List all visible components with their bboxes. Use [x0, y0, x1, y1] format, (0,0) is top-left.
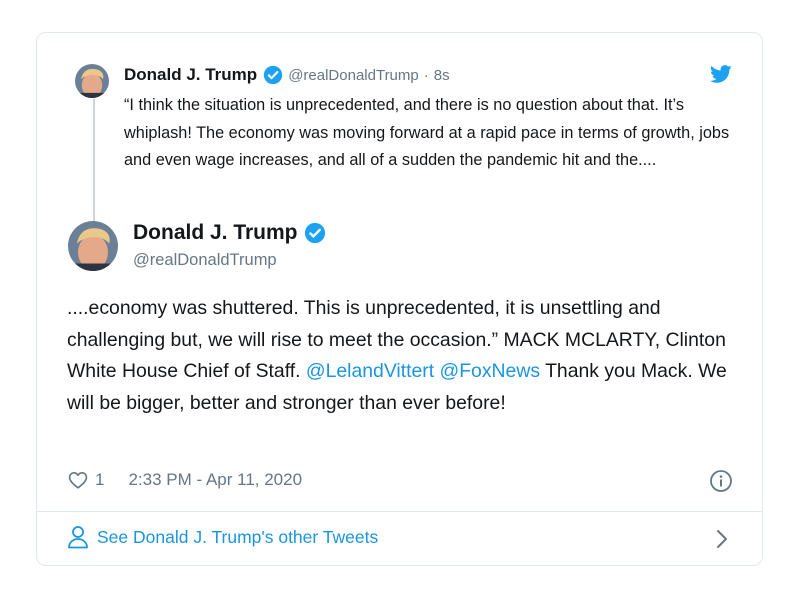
main-author-handle[interactable]: @realDonaldTrump [133, 251, 277, 270]
thread-connector-line [93, 99, 95, 232]
quoted-author-handle[interactable]: @realDonaldTrump [288, 67, 419, 84]
embedded-tweet-card: Donald J. Trump @realDonaldTrump · 8s “I… [36, 32, 763, 566]
quoted-tweet-text: “I think the situation is unprecedented,… [124, 96, 730, 169]
mention-foxnews[interactable]: @FoxNews [440, 360, 541, 382]
main-author-row: Donald J. Trump [133, 221, 326, 245]
chevron-right-icon[interactable] [713, 528, 731, 550]
verified-badge-icon [304, 222, 326, 244]
see-other-tweets-label[interactable]: See Donald J. Trump's other Tweets [97, 527, 378, 548]
quoted-tweet-header: Donald J. Trump @realDonaldTrump · 8s [124, 64, 450, 86]
tweet-meta-row: 1 2:33 PM - Apr 11, 2020 [67, 469, 302, 491]
heart-icon[interactable] [67, 469, 89, 491]
info-icon[interactable] [709, 469, 733, 493]
person-icon [67, 525, 89, 549]
like-count: 1 [95, 470, 105, 489]
twitter-bird-icon[interactable] [710, 65, 732, 83]
quoted-separator: · [423, 66, 429, 84]
see-other-tweets-link[interactable]: See Donald J. Trump's other Tweets [67, 525, 378, 549]
footer-divider [37, 511, 762, 512]
main-tweet-text: ....economy was shuttered. This is unpre… [67, 293, 747, 419]
quoted-tweet-avatar[interactable] [75, 64, 109, 98]
quoted-timestamp[interactable]: 8s [434, 67, 450, 84]
main-tweet-avatar[interactable] [68, 221, 118, 271]
tweet-timestamp[interactable]: 2:33 PM - Apr 11, 2020 [128, 470, 302, 490]
quoted-author-name[interactable]: Donald J. Trump [124, 65, 257, 85]
main-author-name[interactable]: Donald J. Trump [133, 221, 298, 245]
mention-lelandvittert[interactable]: @LelandVittert [306, 360, 434, 382]
verified-badge-icon [263, 65, 283, 85]
